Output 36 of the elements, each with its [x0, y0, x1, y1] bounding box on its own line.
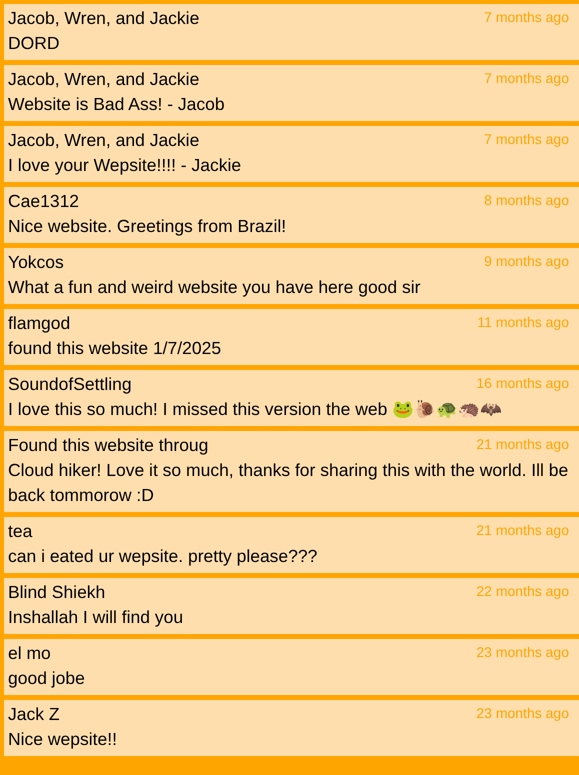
comment-author: el mo — [8, 642, 51, 665]
comment-time: 23 months ago — [476, 704, 569, 723]
comment-time: 8 months ago — [484, 191, 569, 210]
comment-message: found this website 1/7/2025 — [8, 337, 222, 360]
comment-time: 7 months ago — [484, 130, 569, 149]
comment-message: What a fun and weird website you have here good sir — [8, 276, 422, 299]
comment-message: good jobe — [8, 667, 86, 690]
comment-time: 16 months ago — [476, 374, 569, 393]
comment-message: Nice wepsite!! — [8, 728, 118, 751]
comment-author: Cae1312 — [8, 190, 80, 213]
comment-author: tea — [8, 520, 32, 543]
comment-time: 22 months ago — [476, 582, 569, 601]
comment-author: Jacob, Wren, and Jackie — [8, 129, 200, 152]
comment-time: 21 months ago — [476, 435, 569, 454]
comment-author: Jacob, Wren, and Jackie — [8, 7, 200, 30]
comment-time: 11 months ago — [477, 313, 569, 332]
comment-message: I love your Wepsite!!!! - Jackie — [8, 154, 242, 177]
comment-time: 21 months ago — [476, 521, 569, 540]
comment-author: Blind Shiekh — [8, 581, 106, 604]
comment-message: Cloud hiker! Love it so much, thanks for sharing this with the world. Ill be back tommorow :D — [8, 459, 569, 507]
comment-message: Nice website. Greetings from Brazil! — [8, 215, 288, 238]
comment-message: I love this so much! I missed this version the web 🐸🐌🐢🦔🦇 — [8, 398, 504, 421]
comment-author: flamgod — [8, 312, 70, 335]
comment-time: 23 months ago — [476, 643, 569, 662]
comment-author: SoundofSettling — [8, 373, 132, 396]
comment-author: Found this website throug — [8, 434, 208, 457]
comment-time: 9 months ago — [484, 252, 569, 271]
comment-message: Website is Bad Ass! - Jacob — [8, 93, 226, 116]
comment-message: can i eated ur wepsite. pretty please??? — [8, 545, 318, 568]
comment-time: 7 months ago — [484, 69, 569, 88]
comment-time: 7 months ago — [484, 8, 569, 27]
comment-message: DORD — [8, 32, 61, 55]
comment-author: Jacob, Wren, and Jackie — [8, 68, 200, 91]
comment-author: Yokcos — [8, 251, 64, 274]
comment-message: Inshallah I will find you — [8, 606, 184, 629]
comment-author: Jack Z — [8, 703, 60, 726]
